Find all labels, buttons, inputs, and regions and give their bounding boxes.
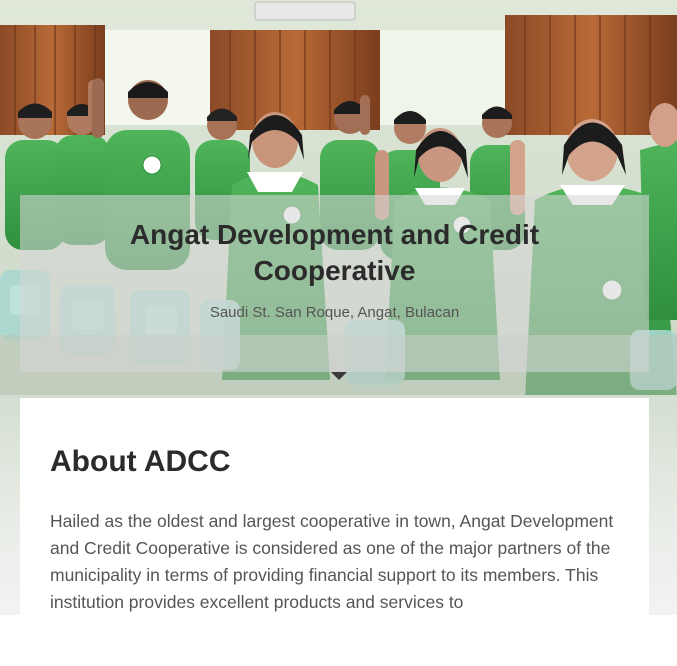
about-section: About ADCC Hailed as the oldest and larg… <box>20 398 649 615</box>
about-body-text: Hailed as the oldest and largest coopera… <box>50 511 614 612</box>
down-pointer-icon <box>331 372 347 380</box>
page: Angat Development and Credit Cooperative… <box>0 0 677 666</box>
organization-address: Saudi St. San Roque, Angat, Bulacan <box>209 304 460 321</box>
page-bottom-area <box>0 615 677 666</box>
about-heading: About ADCC <box>50 445 231 478</box>
hero-title-card: Angat Development and Credit Cooperative… <box>20 195 649 372</box>
organization-title: Angat Development and Credit Cooperative <box>129 219 540 286</box>
